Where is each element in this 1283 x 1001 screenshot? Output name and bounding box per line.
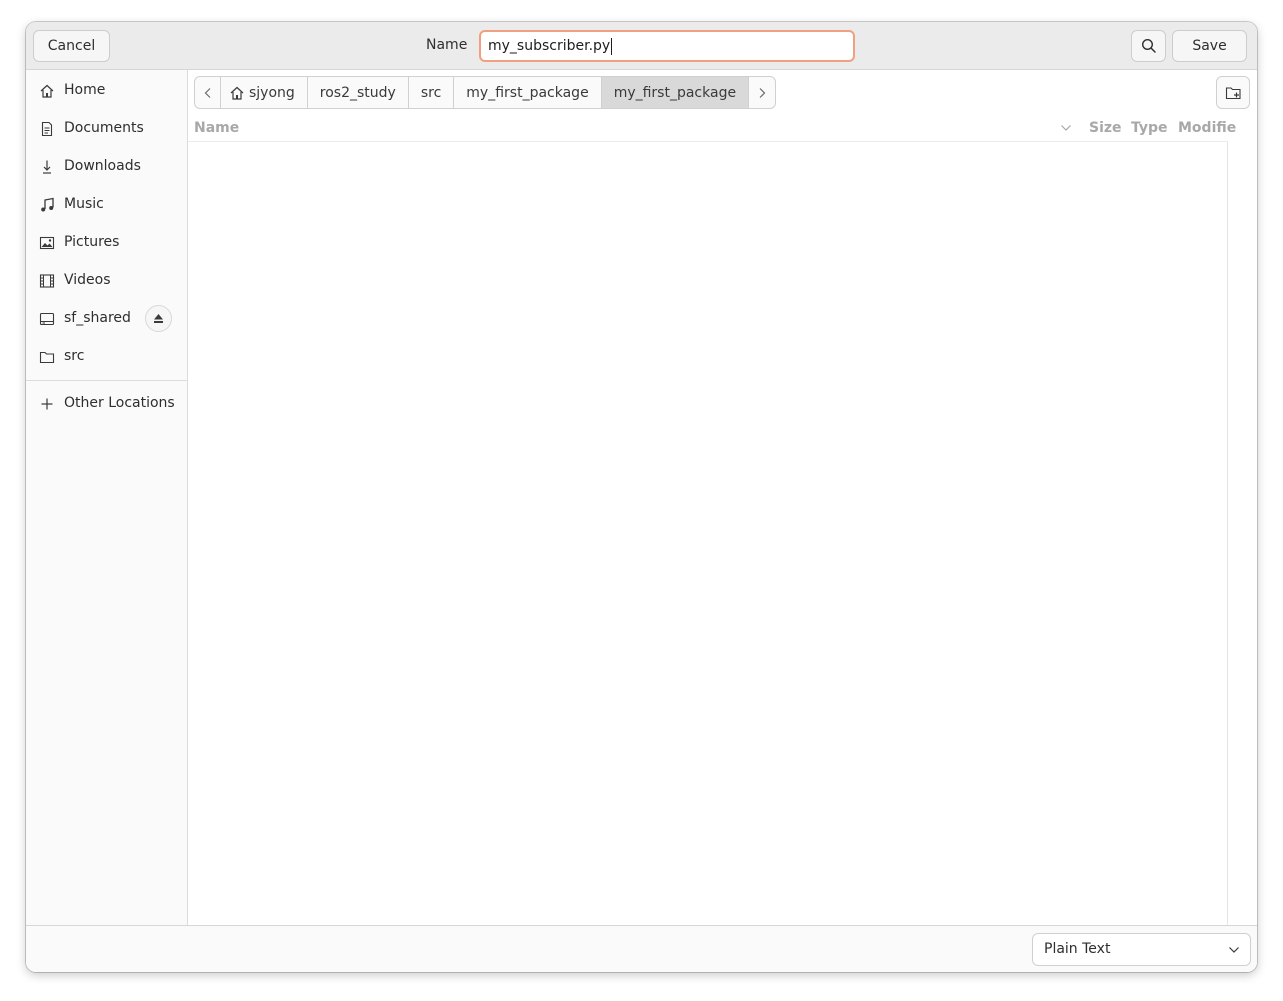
search-icon bbox=[1141, 38, 1157, 54]
sidebar-item-other-locations[interactable]: Other Locations bbox=[26, 385, 187, 423]
sidebar-item-label: Other Locations bbox=[64, 395, 175, 411]
eject-button[interactable] bbox=[145, 305, 172, 332]
sidebar-item-label: sf_shared bbox=[64, 310, 131, 326]
sidebar-item-label: src bbox=[64, 348, 85, 364]
sidebar-item-documents[interactable]: Documents bbox=[26, 110, 187, 148]
home-icon bbox=[229, 85, 245, 101]
list-scrollbar[interactable] bbox=[1227, 142, 1228, 925]
text-caret bbox=[611, 37, 613, 55]
path-crumb-home[interactable]: sjyong bbox=[221, 77, 308, 108]
sidebar-item-label: Music bbox=[64, 196, 104, 212]
header-bar: Cancel Name my_subscriber.py Save bbox=[26, 22, 1257, 70]
path-bar: sjyong ros2_study src my_first_package m… bbox=[194, 76, 777, 109]
save-button[interactable]: Save bbox=[1172, 30, 1247, 62]
chevron-right-icon bbox=[757, 87, 767, 99]
name-label: Name bbox=[426, 37, 468, 53]
videos-icon bbox=[39, 273, 55, 289]
music-icon bbox=[39, 197, 55, 213]
sidebar-item-downloads[interactable]: Downloads bbox=[26, 148, 187, 186]
column-header-modified[interactable]: Modifie bbox=[1178, 120, 1236, 136]
drive-icon bbox=[39, 311, 55, 327]
chevron-left-icon bbox=[203, 87, 213, 99]
sidebar-item-label: Documents bbox=[64, 120, 144, 136]
sidebar-item-music[interactable]: Music bbox=[26, 186, 187, 224]
sidebar-item-label: Videos bbox=[64, 272, 111, 288]
file-type-filter-select[interactable]: Plain Text bbox=[1032, 933, 1251, 966]
sidebar-item-label: Downloads bbox=[64, 158, 141, 174]
sidebar-item-videos[interactable]: Videos bbox=[26, 262, 187, 300]
documents-icon bbox=[39, 121, 55, 137]
pictures-icon bbox=[39, 235, 55, 251]
file-list-header: Name Size Type Modifie bbox=[188, 117, 1236, 142]
sidebar-item-pictures[interactable]: Pictures bbox=[26, 224, 187, 262]
sidebar-item-label: Home bbox=[64, 82, 106, 98]
eject-icon bbox=[153, 313, 164, 324]
path-scroll-left-button[interactable] bbox=[195, 77, 221, 108]
filename-input[interactable]: my_subscriber.py bbox=[479, 30, 855, 62]
sidebar-separator bbox=[26, 380, 187, 381]
filename-value: my_subscriber.py bbox=[488, 38, 611, 54]
file-list[interactable] bbox=[188, 142, 1228, 925]
footer-bar: Plain Text bbox=[26, 925, 1257, 972]
new-folder-button[interactable] bbox=[1216, 76, 1250, 109]
cancel-button[interactable]: Cancel bbox=[33, 30, 110, 62]
file-type-filter-value: Plain Text bbox=[1044, 941, 1111, 957]
column-header-size[interactable]: Size bbox=[1089, 120, 1122, 136]
sidebar-item-sf-shared[interactable]: sf_shared bbox=[26, 300, 187, 338]
path-crumb[interactable]: src bbox=[409, 77, 455, 108]
column-header-name[interactable]: Name bbox=[194, 120, 239, 136]
sort-chevron-down-icon bbox=[1060, 123, 1072, 133]
path-scroll-right-button[interactable] bbox=[749, 77, 775, 108]
downloads-icon bbox=[39, 159, 55, 175]
save-file-dialog: Cancel Name my_subscriber.py Save Home D… bbox=[26, 22, 1257, 972]
sidebar-item-src[interactable]: src bbox=[26, 338, 187, 376]
new-folder-icon bbox=[1225, 85, 1242, 101]
path-crumb[interactable]: my_first_package bbox=[454, 77, 602, 108]
search-button[interactable] bbox=[1131, 30, 1166, 62]
path-crumb[interactable]: ros2_study bbox=[308, 77, 409, 108]
plus-icon bbox=[39, 396, 55, 412]
home-icon bbox=[39, 83, 55, 99]
column-header-type[interactable]: Type bbox=[1131, 120, 1168, 136]
chevron-down-icon bbox=[1228, 944, 1240, 956]
sidebar-item-home[interactable]: Home bbox=[26, 72, 187, 110]
path-crumb-current[interactable]: my_first_package bbox=[601, 77, 750, 108]
path-crumb-label: sjyong bbox=[249, 84, 295, 101]
sidebar-item-label: Pictures bbox=[64, 234, 120, 250]
places-sidebar: Home Documents Downloads Music Pictures bbox=[26, 70, 188, 925]
folder-icon bbox=[39, 349, 55, 365]
